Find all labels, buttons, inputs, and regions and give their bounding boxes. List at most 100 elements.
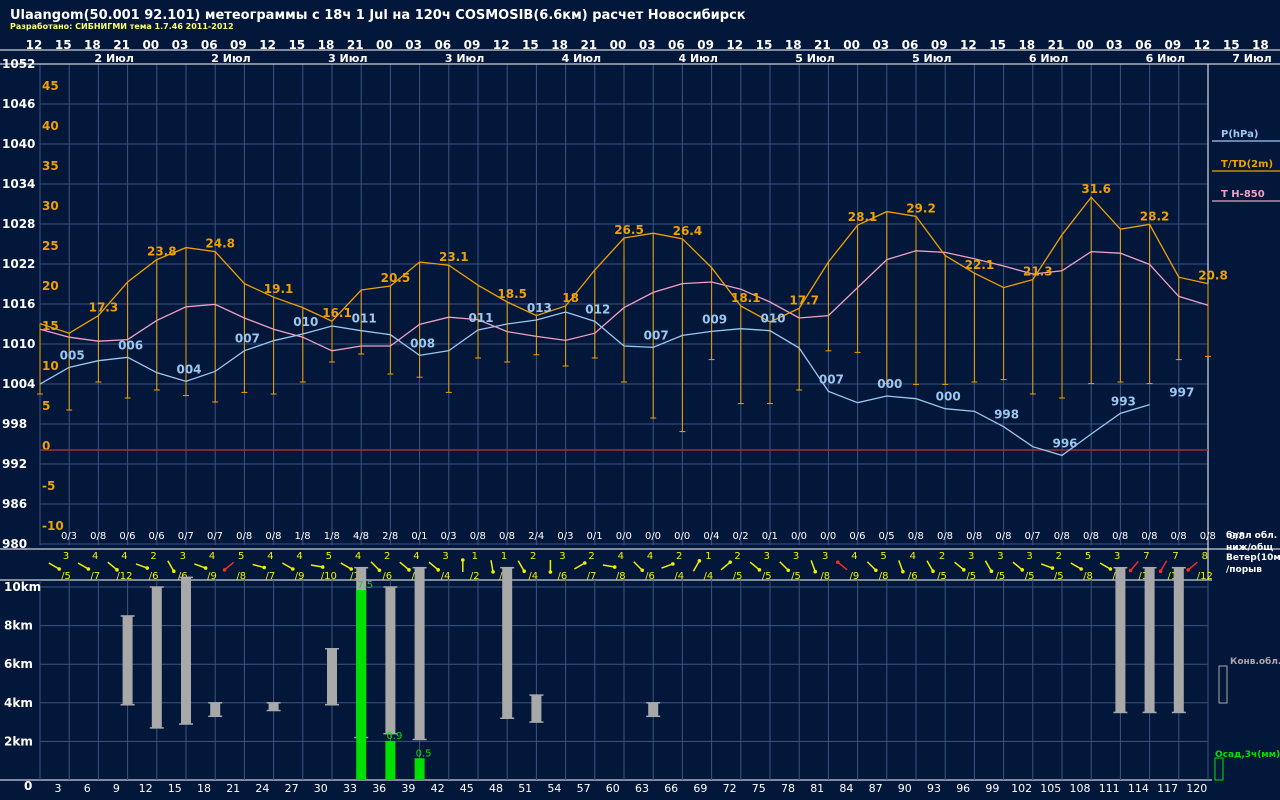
- day-label: 6 Июл: [1146, 52, 1185, 65]
- pressure-data-label: 007: [644, 328, 669, 342]
- hour-tick-label: 03: [639, 38, 656, 52]
- temp-tick-label: 40: [42, 119, 59, 133]
- cloud-cover-value: 0/8: [1112, 531, 1128, 542]
- precip-data-label: 0.9: [386, 731, 402, 742]
- hour-tick-label: 03: [405, 38, 422, 52]
- pressure-data-label: 008: [410, 336, 435, 350]
- day-label: 6 Июл: [1029, 52, 1068, 65]
- wind-arrow: [1159, 560, 1168, 572]
- day-label: 5 Июл: [795, 52, 834, 65]
- pressure-data-label: 012: [585, 302, 610, 316]
- temp-data-label: 21.3: [1023, 265, 1053, 279]
- pressure-tick-label: 980: [2, 537, 27, 551]
- forecast-hour-label: 96: [956, 782, 970, 795]
- wind-speed-value: 4: [647, 551, 653, 562]
- hour-tick-label: 03: [172, 38, 189, 52]
- hour-tick-label: 15: [756, 38, 773, 52]
- cloud-cover-value: 0/8: [937, 531, 953, 542]
- legend-temperature: T/TD(2m): [1221, 159, 1273, 170]
- forecast-hour-label: 66: [664, 782, 678, 795]
- legend-precip: Осад,3ч(мм): [1215, 750, 1280, 760]
- hour-tick-label: 03: [872, 38, 889, 52]
- hour-tick-label: 09: [1164, 38, 1181, 52]
- hour-tick-label: 09: [931, 38, 948, 52]
- pressure-tick-label: 1004: [2, 377, 35, 391]
- forecast-hour-label: 108: [1070, 782, 1091, 795]
- forecast-hour-label: 120: [1186, 782, 1207, 795]
- wind-speed-value: 2: [384, 551, 390, 562]
- wind-arrow-head: [377, 568, 382, 573]
- hour-tick-label: 03: [1106, 38, 1123, 52]
- wind-speed-value: 5: [238, 551, 244, 562]
- wind-arrow-head: [961, 568, 966, 572]
- day-label: 2 Июл: [211, 52, 250, 65]
- wind-gust-value: /12: [1197, 571, 1213, 582]
- wind-arrow-head: [728, 560, 732, 564]
- forecast-hour-label: 21: [226, 782, 240, 795]
- wind-speed-value: 3: [180, 551, 186, 562]
- hour-tick-label: 00: [376, 38, 393, 52]
- forecast-hour-label: 3: [55, 782, 62, 795]
- wind-arrow: [517, 560, 525, 572]
- convective-cloud-bar: [1115, 567, 1126, 713]
- cloud-cover-value: 0/7: [178, 531, 194, 542]
- wind-arrow: [661, 563, 674, 569]
- wind-speed-value: 1: [705, 551, 711, 562]
- wind-speed-value: 3: [968, 551, 974, 562]
- cloud-cover-value: 0/0: [674, 531, 690, 542]
- wind-arrow: [720, 561, 731, 571]
- wind-arrow: [1187, 561, 1198, 571]
- pressure-data-label: 000: [936, 390, 961, 404]
- wind-arrow: [749, 561, 760, 571]
- wind-speed-value: 5: [1085, 551, 1091, 562]
- wind-arrow: [954, 561, 965, 571]
- pressure-data-label: 007: [235, 332, 260, 346]
- precip-data-label: 0.5: [416, 748, 432, 759]
- hour-tick-label: 18: [1018, 38, 1035, 52]
- wind-arrow-head: [836, 560, 840, 564]
- forecast-hour-label: 99: [985, 782, 999, 795]
- temp-data-label: 26.4: [673, 224, 703, 238]
- pressure-tick-label: 1040: [2, 137, 35, 151]
- temp-tick-label: 35: [42, 159, 59, 173]
- temp-data-label: 18: [562, 291, 579, 305]
- wind-arrow-head: [671, 562, 675, 566]
- pressure-data-label: 006: [118, 338, 143, 352]
- wind-label: Ветер(10м): [1226, 553, 1280, 563]
- cloud-cover-value: 0/0: [616, 531, 632, 542]
- hour-tick-label: 06: [201, 38, 218, 52]
- forecast-hour-label: 93: [927, 782, 941, 795]
- hour-tick-label: 15: [522, 38, 539, 52]
- hour-tick-label: 15: [989, 38, 1006, 52]
- convective-cloud-bar: [122, 615, 133, 705]
- convective-cloud-bar: [327, 648, 337, 705]
- wind-arrow-head: [1020, 568, 1024, 572]
- cloud-cover-value: 0/8: [470, 531, 486, 542]
- forecast-hour-label: 27: [285, 782, 299, 795]
- wind-arrow-head: [901, 569, 905, 574]
- legend-pressure: P(hPa): [1221, 129, 1258, 140]
- wind-arrow: [984, 560, 993, 572]
- temp-data-label: 23.8: [147, 245, 177, 259]
- wind-arrow-head: [548, 570, 553, 574]
- wind-arrow-head: [786, 568, 791, 573]
- wind-gust-value: /12: [116, 571, 132, 582]
- wind-arrow-head: [1158, 569, 1163, 573]
- height-tick-label: 4km: [4, 696, 33, 710]
- meteogram-chart: 12 15 18 21 00 03 06 09 12 15 18 21 00 03 06 09 12 15 18 21…: [0, 38, 1280, 795]
- cloud-cover-value: 0/8: [995, 531, 1011, 542]
- cloud-cover-value: 0/3: [61, 531, 77, 542]
- hour-tick-label: 18: [84, 38, 101, 52]
- cloud-cover-value: 0/1: [762, 531, 778, 542]
- hour-tick-label: 15: [288, 38, 305, 52]
- hour-tick-label: 12: [259, 38, 276, 52]
- temp-tick-label: 5: [42, 399, 50, 413]
- wind-arrow-head: [582, 561, 587, 565]
- wind-speed-value: 4: [413, 551, 419, 562]
- precip-bar: [414, 758, 425, 780]
- hour-tick-label: 09: [697, 38, 714, 52]
- wind-arrow-head: [145, 566, 150, 570]
- hour-tick-label: 00: [1077, 38, 1094, 52]
- pressure-tick-label: 1034: [2, 177, 35, 191]
- cloud-cover-value: 0/3: [441, 531, 457, 542]
